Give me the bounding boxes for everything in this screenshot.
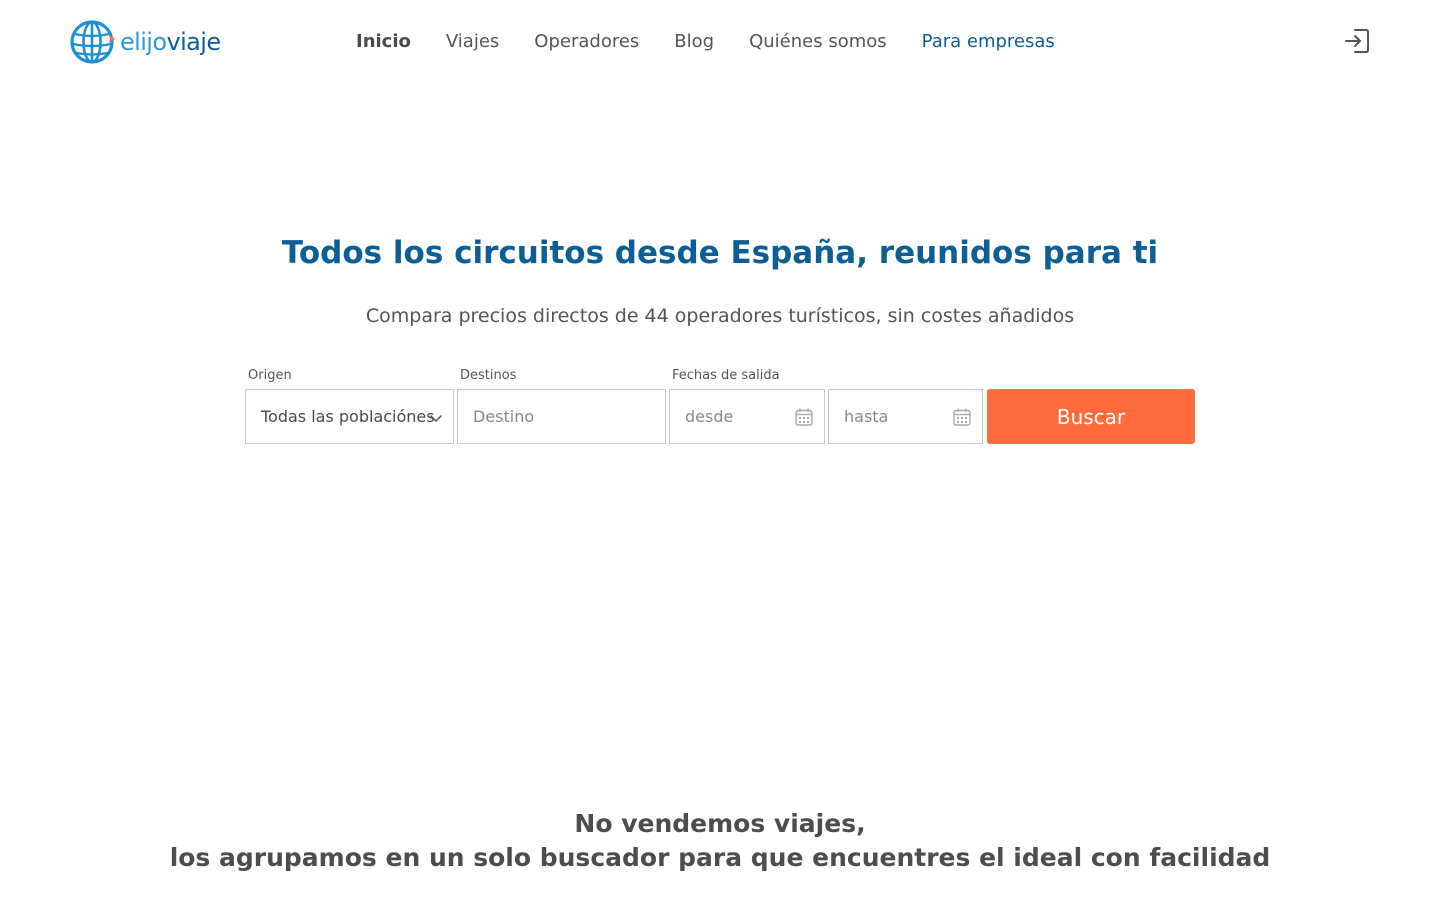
destination-input[interactable] — [458, 390, 665, 443]
nav-item-para-empresas[interactable]: Para empresas — [922, 29, 1055, 55]
globe-icon — [70, 20, 116, 64]
hero-subtitle: Compara precios directos de 44 operadore… — [365, 305, 1075, 327]
logo-wordmark-part-b: viaje — [166, 28, 221, 56]
nav-item-inicio[interactable]: Inicio — [356, 29, 411, 55]
search-form: Origen Todas las poblaciónes Destinos Fe… — [245, 366, 1195, 446]
chevron-down-icon — [429, 410, 443, 424]
date-from-field — [669, 389, 825, 444]
nav-item-blog[interactable]: Blog — [674, 29, 714, 55]
hero-title: Todos los circuitos desde España, reunid… — [281, 235, 1159, 271]
main-nav: Inicio Viajes Operadores Blog Quiénes so… — [356, 29, 1090, 55]
nav-item-quienes-somos[interactable]: Quiénes somos — [749, 29, 887, 55]
origin-label: Origen — [248, 368, 292, 383]
calendar-icon — [794, 407, 814, 427]
origin-select-value: Todas las poblaciónes — [261, 407, 435, 426]
nav-item-viajes[interactable]: Viajes — [446, 29, 499, 55]
logo-wordmark-part-a: elijo — [120, 28, 167, 56]
calendar-icon — [952, 407, 972, 427]
site-logo[interactable]: elijoviaje — [70, 20, 221, 64]
page: elijoviaje Inicio Viajes Operadores Blog… — [0, 0, 1440, 900]
tagline: No vendemos viajes, los agrupamos en un … — [0, 807, 1440, 875]
destination-label: Destinos — [460, 368, 517, 383]
nav-item-operadores[interactable]: Operadores — [534, 29, 639, 55]
logo-wordmark: elijoviaje — [120, 20, 221, 64]
dates-label: Fechas de salida — [672, 368, 780, 383]
tagline-line-1: No vendemos viajes, — [574, 809, 866, 838]
site-header: elijoviaje Inicio Viajes Operadores Blog… — [0, 0, 1440, 84]
login-icon — [1343, 27, 1371, 59]
search-button[interactable]: Buscar — [987, 389, 1195, 444]
tagline-line-2: los agrupamos en un solo buscador para q… — [169, 843, 1271, 872]
login-button[interactable] — [1342, 28, 1372, 58]
origin-select[interactable]: Todas las poblaciónes — [245, 389, 454, 444]
destination-field — [457, 389, 666, 444]
date-to-field — [828, 389, 983, 444]
